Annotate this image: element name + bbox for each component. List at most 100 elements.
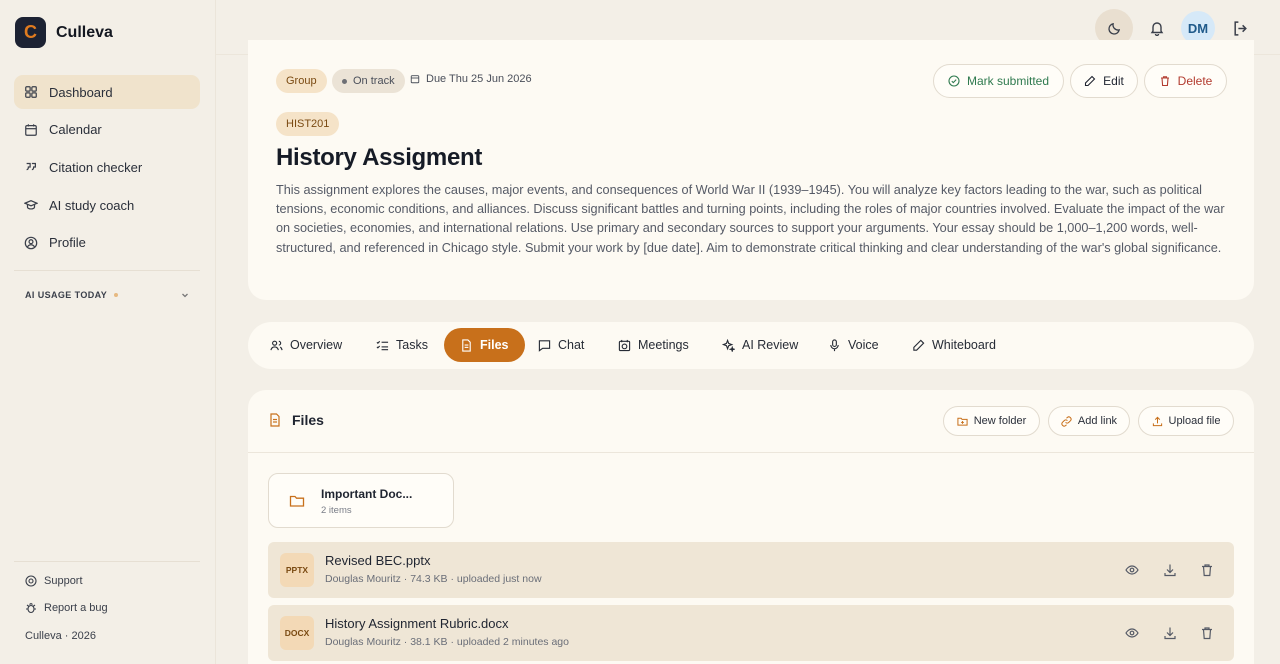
sidebar-item-label: Citation checker: [49, 159, 143, 175]
app-name: Culleva: [56, 23, 113, 41]
tab-overview[interactable]: Overview: [270, 328, 342, 362]
calendar-clock-icon: [618, 339, 631, 351]
status-label: On track: [353, 75, 395, 87]
status-badge: On track: [332, 69, 405, 93]
assignment-card: Group On track Due Thu 25 Jun 2026 Mark …: [248, 40, 1254, 300]
tab-meetings[interactable]: Meetings: [618, 328, 689, 362]
pencil-icon: [1085, 75, 1096, 87]
sidebar-item-label: AI study coach: [49, 197, 135, 213]
assignment-description: This assignment explores the causes, maj…: [276, 183, 1225, 255]
edit-label: Edit: [1103, 74, 1124, 88]
sparkles-icon: [722, 338, 735, 352]
file-type-badge: PPTX: [280, 553, 314, 587]
sidebar-item-label: Profile: [49, 235, 86, 251]
link-icon: [1061, 415, 1072, 427]
new-folder-button[interactable]: New folder: [943, 406, 1040, 436]
support-link[interactable]: Support: [25, 575, 83, 587]
pencil-icon: [913, 339, 925, 351]
files-panel: Files New folder Add link Upload file Im…: [248, 390, 1254, 664]
sidebar: C Culleva Dashboard Calendar Citation ch…: [0, 0, 216, 664]
sidebar-item-ai-study-coach[interactable]: AI study coach: [14, 188, 200, 222]
folder-card[interactable]: Important Doc... 2 items: [268, 473, 454, 528]
delete-label: Delete: [1177, 74, 1213, 88]
sidebar-item-label: Calendar: [49, 122, 102, 138]
tab-files[interactable]: Files: [444, 328, 525, 362]
add-link-button[interactable]: Add link: [1048, 406, 1130, 436]
due-date-text: Due Thu 25 Jun 2026: [426, 73, 532, 85]
files-header: Files: [268, 412, 324, 428]
download-icon[interactable]: [1163, 626, 1177, 640]
microphone-icon: [830, 338, 839, 351]
file-row[interactable]: PPTX Revised BEC.pptx Douglas Mouritz · …: [268, 542, 1234, 598]
graduation-cap-icon: [24, 200, 38, 210]
copyright-text: Culleva · 2026: [25, 630, 96, 642]
chevron-down-icon: [182, 293, 188, 298]
group-chip: Group: [276, 69, 327, 93]
sidebar-item-dashboard[interactable]: Dashboard: [14, 75, 200, 109]
dashboard-icon: [25, 86, 37, 98]
new-folder-label: New folder: [973, 415, 1027, 427]
tab-bar: Overview Tasks Files Chat Meetings AI Re…: [248, 322, 1254, 369]
brand[interactable]: C Culleva: [15, 17, 113, 48]
app-logo: C: [15, 17, 46, 48]
tab-chat[interactable]: Chat: [538, 328, 584, 362]
tab-label: Voice: [848, 338, 879, 352]
trash-icon[interactable]: [1200, 563, 1214, 577]
folder-name: Important Doc...: [321, 487, 413, 501]
add-link-label: Add link: [1077, 415, 1118, 427]
file-name: Revised BEC.pptx: [325, 553, 431, 568]
sidebar-item-calendar[interactable]: Calendar: [14, 113, 200, 147]
notifications-button[interactable]: [1145, 16, 1169, 40]
check-circle-icon: [948, 75, 960, 87]
status-dot: [342, 78, 347, 84]
course-code-chip: HIST201: [276, 112, 340, 136]
eye-icon[interactable]: [1125, 626, 1139, 640]
download-icon[interactable]: [1163, 563, 1177, 577]
upload-icon: [1152, 416, 1162, 426]
bug-icon: [26, 602, 36, 614]
sidebar-item-profile[interactable]: Profile: [14, 226, 200, 260]
ai-usage-toggle[interactable]: AI USAGE TODAY: [25, 290, 190, 300]
calendar-icon: [410, 75, 420, 84]
user-circle-icon: [24, 236, 38, 250]
file-name: History Assignment Rubric.docx: [325, 616, 509, 631]
lifebuoy-icon: [25, 575, 37, 587]
mark-submitted-label: Mark submitted: [966, 74, 1050, 88]
delete-button[interactable]: Delete: [1144, 64, 1227, 98]
file-row[interactable]: DOCX History Assignment Rubric.docx Doug…: [268, 605, 1234, 661]
file-meta: Douglas Mouritz · 74.3 KB · uploaded jus…: [325, 573, 542, 585]
checklist-icon: [376, 340, 389, 350]
trash-icon[interactable]: [1200, 626, 1214, 640]
tab-label: Overview: [290, 338, 343, 352]
mark-submitted-button[interactable]: Mark submitted: [933, 64, 1064, 98]
tab-ai-review[interactable]: AI Review: [722, 328, 798, 362]
file-type-badge: DOCX: [280, 616, 314, 650]
folder-icon: [289, 495, 305, 507]
tab-voice[interactable]: Voice: [828, 328, 879, 362]
eye-icon[interactable]: [1125, 563, 1139, 577]
tab-tasks[interactable]: Tasks: [376, 328, 428, 362]
sidebar-divider: [14, 270, 200, 271]
tab-whiteboard[interactable]: Whiteboard: [912, 328, 996, 362]
sidebar-item-label: Dashboard: [49, 84, 113, 100]
tab-label: AI Review: [742, 338, 799, 352]
page-title: History Assigment: [276, 144, 483, 171]
report-bug-link[interactable]: Report a bug: [25, 602, 108, 614]
users-icon: [270, 340, 283, 350]
tab-label: Tasks: [396, 338, 428, 352]
logout-icon: [1233, 20, 1247, 36]
bell-icon: [1150, 22, 1164, 36]
tab-label: Files: [480, 338, 509, 352]
edit-button[interactable]: Edit: [1070, 64, 1138, 98]
sidebar-divider: [14, 561, 200, 562]
tab-label: Whiteboard: [932, 338, 996, 352]
support-label: Support: [44, 575, 83, 587]
due-date: Due Thu 25 Jun 2026: [410, 73, 532, 85]
logout-button[interactable]: [1228, 16, 1252, 40]
folder-plus-icon: [957, 417, 968, 426]
ai-usage-label: AI USAGE TODAY: [25, 290, 108, 300]
ai-usage-status-dot: [114, 293, 119, 297]
copyright: Culleva · 2026: [25, 630, 96, 642]
upload-file-button[interactable]: Upload file: [1138, 406, 1234, 436]
sidebar-item-citation-checker[interactable]: Citation checker: [14, 150, 200, 184]
